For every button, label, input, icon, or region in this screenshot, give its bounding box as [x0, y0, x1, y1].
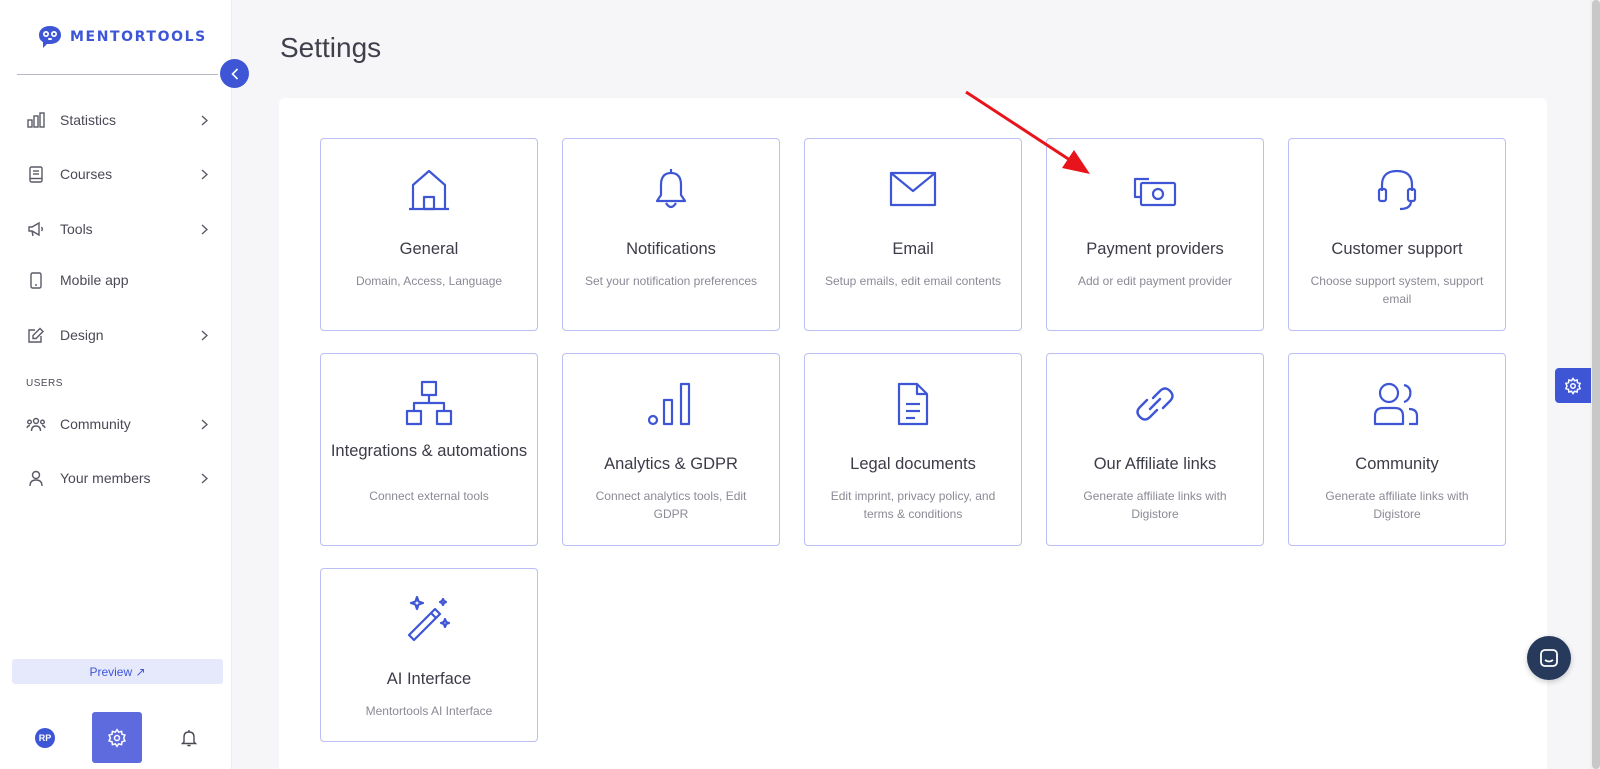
home-icon [321, 165, 537, 213]
card-title: Payment providers [1086, 240, 1224, 258]
settings-card-notifications[interactable]: Notifications Set your notification pref… [562, 138, 780, 331]
chat-icon [1540, 649, 1558, 667]
phone-icon [24, 268, 48, 292]
card-description: Setup emails, edit email contents [824, 274, 1002, 288]
sidebar-item-label: Tools [60, 221, 93, 237]
chevron-right-icon [198, 168, 210, 180]
preview-label: Preview ↗ [89, 664, 146, 679]
document-icon [805, 380, 1021, 428]
card-title: AI Interface [386, 670, 472, 688]
card-description: Choose support system, support email [1310, 274, 1484, 306]
notifications-button[interactable] [178, 727, 200, 749]
sidebar-item-courses[interactable]: Courses [24, 156, 210, 192]
settings-card-community[interactable]: Community Generate affiliate links with … [1288, 353, 1506, 546]
headset-icon [1289, 165, 1505, 213]
card-title: Notifications [626, 240, 716, 258]
chevron-right-icon [198, 418, 210, 430]
scrollbar-thumb[interactable] [1592, 0, 1600, 769]
preview-button[interactable]: Preview ↗ [12, 659, 223, 684]
section-label-users: USERS [26, 378, 63, 389]
card-description: Generate affiliate links with Digistore [1083, 489, 1227, 521]
analytics-icon [563, 380, 779, 428]
sidebar-item-label: Your members [60, 470, 151, 486]
collapse-sidebar-button[interactable] [220, 59, 249, 88]
users-icon [1289, 380, 1505, 428]
card-title: Integrations & automations [330, 442, 528, 460]
card-title: Analytics & GDPR [604, 455, 738, 473]
card-title: Our Affiliate links [1093, 455, 1217, 473]
chart-bar-icon [24, 108, 48, 132]
settings-card-general[interactable]: General Domain, Access, Language [320, 138, 538, 331]
megaphone-icon [24, 217, 48, 241]
gear-icon [108, 727, 126, 748]
sidebar-item-community[interactable]: Community [24, 406, 210, 442]
chevron-right-icon [198, 114, 210, 126]
card-description: Connect analytics tools, Edit GDPR [595, 489, 747, 521]
chevron-left-icon [230, 67, 238, 80]
settings-card-ai-interface[interactable]: AI Interface Mentortools AI Interface [320, 568, 538, 742]
chevron-right-icon [198, 329, 210, 341]
settings-button[interactable] [92, 712, 142, 763]
sidebar-item-tools[interactable]: Tools [24, 211, 210, 247]
bell-icon [181, 730, 197, 747]
settings-panel: General Domain, Access, Language Notific… [279, 98, 1547, 769]
card-description: Generate affiliate links with Digistore [1325, 489, 1469, 521]
avatar[interactable]: RP [35, 728, 55, 748]
money-icon [1047, 165, 1263, 213]
book-icon [24, 162, 48, 186]
settings-card-email[interactable]: Email Setup emails, edit email contents [804, 138, 1022, 331]
settings-card-legal-documents[interactable]: Legal documents Edit imprint, privacy po… [804, 353, 1022, 546]
brand-name: MENTORTOOLS [70, 29, 207, 45]
chevron-right-icon [198, 223, 210, 235]
mail-icon [805, 165, 1021, 213]
sidebar-item-your-members[interactable]: Your members [24, 460, 210, 496]
magic-wand-icon [321, 595, 537, 643]
settings-side-tab[interactable] [1555, 368, 1591, 403]
page-title: Settings [280, 32, 382, 63]
settings-card-customer-support[interactable]: Customer support Choose support system, … [1288, 138, 1506, 331]
settings-card-payment-providers[interactable]: Payment providers Add or edit payment pr… [1046, 138, 1264, 331]
card-description: Set your notification preferences [584, 274, 758, 288]
users-icon [24, 412, 48, 436]
sidebar-item-label: Community [60, 416, 131, 432]
card-title: Customer support [1331, 240, 1463, 258]
card-description: Mentortools AI Interface [365, 704, 493, 718]
card-title: Email [892, 240, 934, 258]
user-icon [24, 466, 48, 490]
card-description: Add or edit payment provider [1077, 274, 1233, 288]
card-description: Domain, Access, Language [355, 274, 503, 288]
sidebar-item-label: Courses [60, 166, 113, 182]
link-icon [1047, 380, 1263, 428]
chevron-right-icon [198, 472, 210, 484]
settings-card-affiliate-links[interactable]: Our Affiliate links Generate affiliate l… [1046, 353, 1264, 546]
card-title: Community [1355, 455, 1439, 473]
sidebar: MENTORTOOLS Statistics Courses Tools Mob… [0, 0, 232, 769]
sidebar-item-label: Mobile app [60, 272, 129, 288]
sidebar-item-mobile-app[interactable]: Mobile app [24, 262, 210, 298]
sidebar-item-label: Design [60, 327, 104, 343]
brand-logo[interactable]: MENTORTOOLS [36, 24, 207, 50]
sidebar-item-statistics[interactable]: Statistics [24, 102, 210, 138]
sidebar-item-label: Statistics [60, 112, 117, 128]
bell-icon [563, 165, 779, 213]
hierarchy-icon [321, 380, 537, 428]
sidebar-divider [17, 74, 218, 75]
sidebar-item-design[interactable]: Design [24, 317, 210, 353]
card-description: Connect external tools [369, 489, 489, 503]
chat-launcher-button[interactable] [1527, 636, 1571, 680]
settings-card-integrations[interactable]: Integrations & automations Connect exter… [320, 353, 538, 546]
robot-logo-icon [39, 26, 61, 48]
card-description: Edit imprint, privacy policy, and terms … [830, 489, 996, 521]
gear-icon [1564, 376, 1582, 395]
edit-icon [24, 323, 48, 347]
card-title: General [399, 240, 459, 258]
card-title: Legal documents [850, 455, 976, 473]
settings-card-analytics-gdpr[interactable]: Analytics & GDPR Connect analytics tools… [562, 353, 780, 546]
